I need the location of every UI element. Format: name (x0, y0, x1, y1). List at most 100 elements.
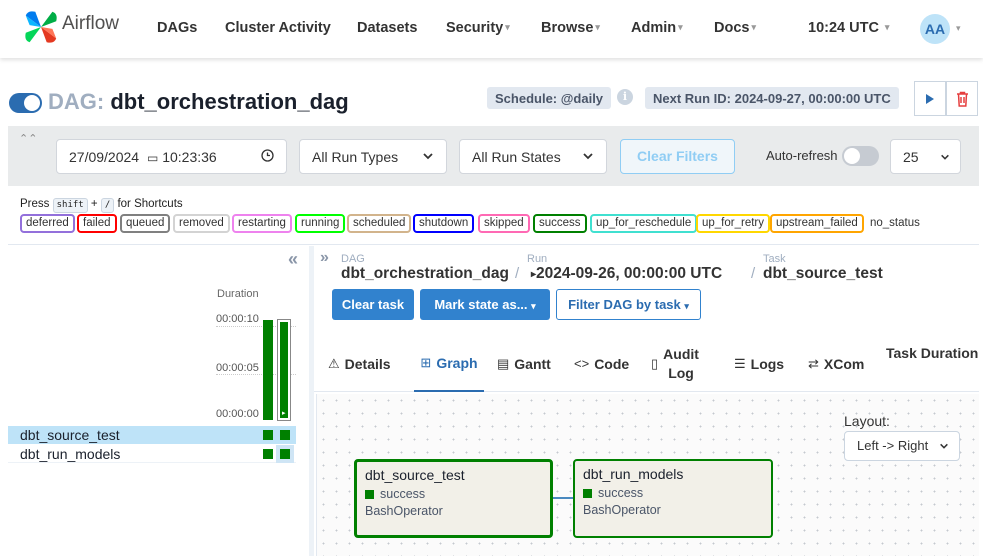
graph-node-dbt-run-models[interactable]: dbt_run_models success BashOperator (573, 459, 773, 538)
tab-audit-log[interactable]: ▯ Audit Log (651, 336, 699, 391)
nav-dags[interactable]: DAGs (157, 20, 197, 36)
tab-code[interactable]: <> Code (574, 336, 629, 391)
legend-upstream-failed[interactable]: upstream_failed (770, 214, 864, 233)
collapse-up-icon[interactable]: ⌃⌃ (19, 132, 37, 145)
graph-icon: ⊞ (420, 355, 432, 370)
legend-up-for-retry[interactable]: up_for_retry (696, 214, 771, 233)
tab-details[interactable]: ⚠ Details (328, 336, 391, 391)
legend-shutdown[interactable]: shutdown (413, 214, 475, 233)
info-icon[interactable]: i (617, 89, 633, 105)
chevron-down-icon (940, 149, 950, 165)
layout-label: Layout: (844, 413, 890, 429)
detail-tabs: ⚠ Details ⊞ Graph ▤ Gantt <> Code ▯ Audit Lo… (314, 336, 979, 392)
caret-down-icon: ▾ (884, 22, 890, 32)
timezone-menu[interactable]: 10:24 UTC ▾ (808, 20, 889, 36)
task-instance-cell[interactable] (280, 430, 290, 440)
delete-dag-button[interactable] (946, 81, 978, 116)
trash-icon (956, 91, 968, 107)
caret-down-icon: ▾ (751, 22, 756, 32)
nav-security[interactable]: Security ▾ (446, 20, 510, 36)
legend-running[interactable]: running (295, 214, 346, 233)
legend-failed[interactable]: failed (77, 214, 117, 233)
panel-resizer[interactable] (309, 246, 314, 556)
kbd-shift: shift (52, 198, 88, 213)
page-title: DAG: dbt_orchestration_dag (48, 89, 349, 115)
clear-task-button[interactable]: Clear task (332, 289, 414, 320)
clear-filters-button[interactable]: Clear Filters (620, 139, 735, 174)
task-instance-cell[interactable] (263, 449, 273, 459)
legend-scheduled[interactable]: scheduled (347, 214, 412, 233)
brand-name[interactable]: Airflow (62, 13, 119, 35)
legend-no-status[interactable]: no_status (866, 214, 924, 233)
kbd-slash: / (100, 198, 115, 213)
breadcrumb-run[interactable]: ▸2024-09-26, 00:00:00 UTC (531, 265, 722, 283)
tab-logs[interactable]: ☰ Logs (734, 336, 784, 391)
node-operator: BashOperator (583, 503, 661, 517)
node-task-name: dbt_source_test (365, 467, 465, 483)
caret-down-icon: ▾ (684, 301, 689, 311)
expand-details-icon[interactable]: » (320, 249, 329, 267)
legend-success[interactable]: success (533, 214, 587, 233)
layout-select[interactable]: Left -> Right (844, 431, 960, 461)
dag-run-duration-bar[interactable] (263, 320, 273, 420)
trigger-dag-button[interactable] (914, 81, 946, 116)
breadcrumb-task[interactable]: dbt_source_test (763, 265, 883, 283)
collapse-grid-icon[interactable]: « (288, 249, 298, 270)
run-state-select[interactable]: All Run States (459, 139, 607, 174)
base-date-input[interactable]: 27/09/2024 ▭ 10:23:36 (56, 139, 287, 174)
nav-cluster-activity[interactable]: Cluster Activity (225, 20, 331, 36)
calendar-icon[interactable]: ▭ (147, 151, 158, 165)
gantt-icon: ▤ (497, 355, 510, 371)
caret-down-icon[interactable]: ▾ (956, 23, 961, 34)
code-icon: <> (574, 356, 590, 371)
nav-docs[interactable]: Docs ▾ (714, 20, 756, 36)
dag-id: dbt_orchestration_dag (110, 89, 349, 114)
node-operator: BashOperator (365, 504, 443, 518)
breadcrumb-dag[interactable]: dbt_orchestration_dag (341, 265, 509, 283)
warning-icon: ⚠ (328, 355, 340, 371)
dag-pause-toggle[interactable] (9, 93, 42, 113)
legend-queued[interactable]: queued (120, 214, 171, 233)
caret-down-icon: ▾ (678, 22, 683, 32)
tab-xcom[interactable]: ⇄ XCom (808, 336, 864, 391)
graph-node-dbt-source-test[interactable]: dbt_source_test success BashOperator (354, 459, 553, 538)
legend-skipped[interactable]: skipped (478, 214, 530, 233)
legend-up-for-reschedule[interactable]: up_for_reschedule (590, 214, 698, 233)
caret-down-icon: ▾ (505, 22, 510, 32)
legend-restarting[interactable]: restarting (232, 214, 292, 233)
play-icon (926, 93, 934, 104)
tab-graph[interactable]: ⊞ Graph (414, 336, 484, 392)
next-run-badge: Next Run ID: 2024-09-27, 00:00:00 UTC (645, 87, 899, 109)
nav-browse[interactable]: Browse ▾ (541, 20, 600, 36)
breadcrumb-task-label: Task (763, 253, 786, 265)
airflow-logo[interactable] (22, 8, 60, 46)
task-instance-cell[interactable] (276, 445, 294, 463)
auto-refresh-toggle[interactable] (842, 146, 879, 166)
filter-dag-by-task-button[interactable]: Filter DAG by task ▾ (556, 289, 701, 320)
legend-deferred[interactable]: deferred (20, 214, 75, 233)
nav-datasets[interactable]: Datasets (357, 20, 417, 36)
dag-run-duration-bar-selected[interactable]: ▸ (277, 319, 291, 421)
chevron-down-icon (422, 149, 434, 165)
chevron-down-icon (939, 439, 949, 454)
nav-admin[interactable]: Admin ▾ (631, 20, 683, 36)
shortcut-hint: Press shift + / for Shortcuts (20, 198, 183, 213)
graph-edge (552, 497, 574, 499)
task-row[interactable]: dbt_run_models (8, 445, 296, 463)
task-instance-cell[interactable] (263, 430, 273, 440)
mark-state-button[interactable]: Mark state as... ▾ (420, 289, 550, 320)
clock-icon[interactable] (261, 149, 274, 165)
task-row[interactable]: dbt_source_test (8, 426, 296, 444)
page-size-select[interactable]: 25 (890, 139, 961, 174)
user-avatar[interactable]: AA (920, 14, 950, 44)
node-task-name: dbt_run_models (583, 466, 684, 482)
tab-gantt[interactable]: ▤ Gantt (497, 336, 551, 391)
breadcrumb-dag-label: DAG (341, 253, 365, 265)
breadcrumb-separator: / (751, 265, 756, 282)
divider (8, 244, 979, 245)
top-navbar: Airflow DAGs Cluster Activity Datasets S… (0, 0, 983, 58)
legend-removed[interactable]: removed (173, 214, 230, 233)
tab-task-duration[interactable]: Task Duration (886, 336, 978, 391)
run-type-select[interactable]: All Run Types (299, 139, 447, 174)
file-icon: ▯ (651, 355, 659, 371)
